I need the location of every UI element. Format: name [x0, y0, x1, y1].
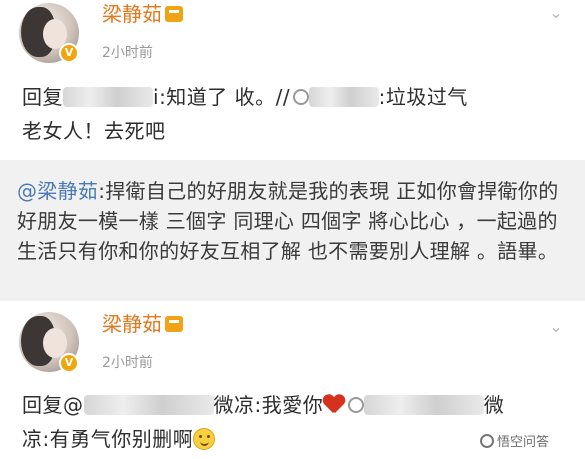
quoted-text: :捍衛自己的好朋友就是我的表現 正如你會捍衛你的好朋友一模一樣 三個字 同理心 … [17, 179, 559, 263]
comment-text: 回复 i:知道了 收。// :垃圾过气 老女人！去死吧 [22, 85, 468, 143]
vip-crown-icon [165, 6, 183, 22]
blurred-username [83, 395, 214, 415]
heart-emoji-icon [323, 395, 345, 415]
verified-badge-icon: V [59, 43, 79, 63]
wukong-logo-icon [480, 434, 494, 448]
quoted-comment: @梁静茹:捍衛自己的好朋友就是我的表現 正如你會捍衛你的好朋友一模一樣 三個字 … [0, 160, 585, 301]
watermark: 悟空问答 [480, 431, 549, 450]
verified-badge-icon: V [59, 353, 79, 373]
weibo-comment-1: V 梁静茹 2小时前 ⌄ 回复 i:知道了 收。// :垃圾过气 老女人！去死吧 [0, 0, 585, 160]
mention-icon [347, 397, 364, 413]
vip-crown-icon [165, 316, 183, 332]
quoted-author[interactable]: @梁静茹 [17, 179, 98, 203]
chevron-down-icon[interactable]: ⌄ [547, 4, 565, 22]
timestamp: 2小时前 [102, 45, 153, 61]
comment-text: 回复@ 微凉:我愛你 微 凉:有勇气你别删啊 [22, 393, 505, 451]
timestamp: 2小时前 [102, 355, 153, 371]
username[interactable]: 梁静茹 [102, 2, 183, 26]
blurred-username [308, 87, 379, 107]
blurred-username [363, 395, 484, 415]
blurred-username [63, 87, 153, 107]
username[interactable]: 梁静茹 [102, 312, 183, 336]
mention-icon [292, 89, 309, 105]
smile-emoji-icon [193, 428, 216, 450]
chevron-down-icon[interactable]: ⌄ [547, 318, 565, 336]
